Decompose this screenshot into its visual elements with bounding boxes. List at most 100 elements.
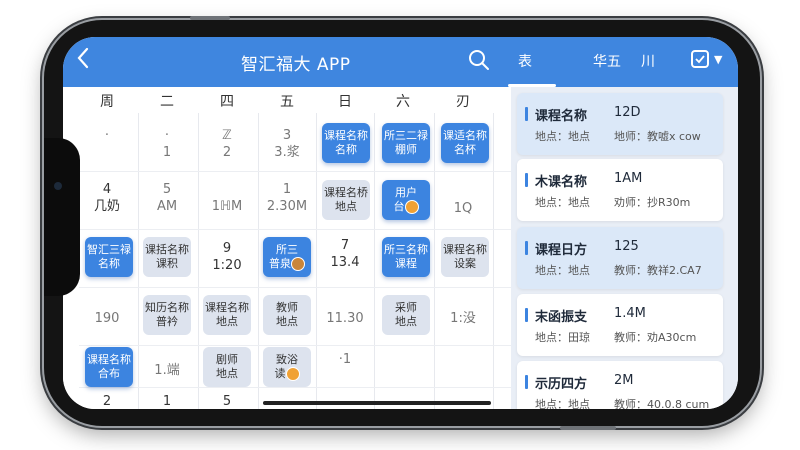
course-code: 1.4M [614,306,646,321]
course-teacher: 劝师：抄R30m [614,196,691,209]
day-number[interactable]: 1.端 [139,362,195,379]
grid-divider [79,171,511,172]
volume-button [190,16,230,20]
course-name: 课程日方 [535,243,588,258]
grid-divider [79,345,511,346]
search-icon [469,50,489,70]
edit-square-icon[interactable] [691,50,709,68]
day-number[interactable]: 4 几奶 [79,181,135,215]
home-indicator[interactable] [263,401,491,405]
avatar [291,257,305,271]
day-number[interactable]: · 1 [139,127,195,161]
day-number[interactable]: 9 1:20 [199,240,255,274]
course-chip[interactable]: 课程名称 地点 [203,295,251,335]
chip-label: 课程名桥 地点 [324,186,368,213]
course-location: 地点：地点 [535,398,590,409]
course-location: 地点：地点 [535,264,590,277]
course-card[interactable]: 课程名称 12D 地点：地点 地师：教嘘x cow [517,93,723,155]
course-teacher: 教师：劝A30cm [614,331,697,344]
power-button [560,426,616,430]
course-teacher: 教师：教祥2.CA7 [614,264,702,277]
course-code: 2M [614,373,634,388]
chip-label: 教师 地点 [276,301,298,328]
course-chip[interactable]: 课括名称 课积 [143,237,191,277]
tab-schedule[interactable]: 表 [508,51,556,87]
course-teacher: 地师：教嘘x cow [614,130,701,143]
chip-label: 课程名称 名称 [324,129,368,156]
chip-label: 采师 地点 [395,301,417,328]
camera-notch [44,138,80,296]
chip-label: 致浴 读 [275,353,300,381]
day-number[interactable]: ·1 [317,351,373,368]
day-number[interactable]: ℤ 2 [199,127,255,161]
accent-bar [525,375,528,389]
grid-divider [79,229,511,230]
course-chip[interactable]: 致浴 读 [263,347,311,387]
course-chip[interactable]: 所三 普泉 [263,237,311,277]
course-chip[interactable]: 教师 地点 [263,295,311,335]
day-number[interactable]: 1ℍM [199,181,255,215]
grid-divider [79,287,511,288]
grid-divider [434,113,435,409]
weekday-header: 周 [100,94,114,110]
chip-label: 所三 普泉 [269,243,305,271]
course-code: 12D [614,105,641,120]
grid-divider [493,113,494,409]
caret-down-icon[interactable]: ▼ [714,53,722,66]
day-number[interactable]: · [79,127,135,144]
search-button[interactable] [468,49,490,75]
day-number[interactable]: 190 [79,310,135,327]
course-name: 木课名称 [535,175,588,190]
chip-label: 智汇三禄 名称 [87,243,131,270]
course-card[interactable]: 课程日方 125 地点：地点 教师：教祥2.CA7 [517,227,723,289]
course-chip[interactable]: 知历名称 普衿 [143,295,191,335]
course-chip[interactable]: 用户 台 [382,180,430,220]
day-number[interactable]: 5 AM [139,181,195,215]
day-number[interactable]: 11.30 [317,310,373,327]
weekday-header: 五 [280,94,294,110]
day-number[interactable]: 7 13.4 [317,237,373,271]
chip-label: 所三名称 课程 [384,243,428,270]
course-chip[interactable]: 课适名称 名杯 [441,123,489,163]
tab-third[interactable]: 川 [641,51,655,71]
accent-bar [525,173,528,187]
course-chip[interactable]: 采师 地点 [382,295,430,335]
course-location: 地点：地点 [535,130,590,143]
course-code: 125 [614,239,639,254]
day-number[interactable]: 5 [199,393,255,409]
back-button[interactable] [77,47,89,75]
avatar [285,367,300,381]
camera-lens-icon [54,182,62,190]
day-number[interactable]: 1 2.30M [259,181,315,215]
course-chip[interactable]: 剧师 地点 [203,347,251,387]
day-number[interactable]: 1:没 [435,310,491,327]
day-number[interactable]: 1 [139,393,195,409]
course-card[interactable]: 木课名称 1AM 地点：地点 劝师：抄R30m [517,159,723,221]
course-chip[interactable]: 课程名称 名称 [322,123,370,163]
course-name: 末函振支 [535,310,588,325]
chip-label: 课适名称 名杯 [443,129,487,156]
course-chip[interactable]: 课程名称 合布 [85,347,133,387]
day-number[interactable]: 2 [79,393,135,409]
course-card[interactable]: 末函振支 1.4M 地点：田琼 教师：劝A30cm [517,294,723,356]
course-chip[interactable]: 所三二禄 棚师 [382,123,430,163]
chip-label: 知历名称 普衿 [145,301,189,328]
course-chip[interactable]: 课程名称 设案 [441,237,489,277]
course-chip[interactable]: 智汇三禄 名称 [85,237,133,277]
checkmark-icon [695,55,705,64]
course-chip[interactable]: 课程名桥 地点 [322,180,370,220]
course-name: 示历四方 [535,377,588,392]
chip-label: 剧师 地点 [216,353,238,380]
day-number[interactable]: 1Q [435,200,491,217]
chip-label: 课程名称 地点 [205,301,249,328]
app-screen: 智汇福大 APP 表 华五 川 ▼ 周 二 四 五 日 六 刃 · · 1 ℤ … [63,37,738,409]
tab-second[interactable]: 华五 [593,51,621,71]
course-card[interactable]: 示历四方 2M 地点：地点 教师：40.0.8 cum [517,361,723,409]
chip-label: 课括名称 课积 [145,243,189,270]
weekday-header: 二 [160,94,174,110]
course-chip[interactable]: 所三名称 课程 [382,237,430,277]
chip-label: 课程名称 合布 [87,353,131,380]
accent-bar [525,107,528,121]
chip-label: 用户 台 [394,186,419,214]
day-number[interactable]: 3 3.浆 [259,127,315,161]
